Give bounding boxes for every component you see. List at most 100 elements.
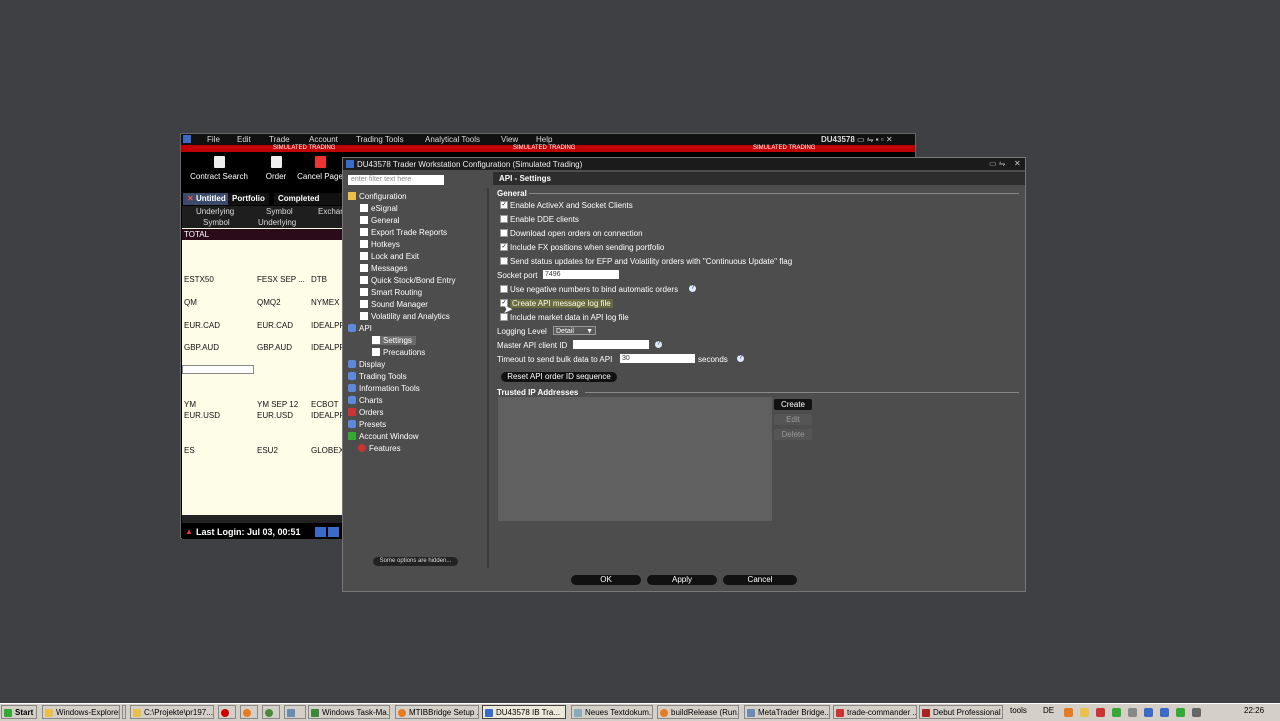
chrome-taskbar-button[interactable]: [262, 705, 280, 719]
menu-analytical-tools[interactable]: Analytical Tools: [425, 135, 480, 144]
menu-trading-tools[interactable]: Trading Tools: [356, 135, 404, 144]
trusted-ip-list[interactable]: [498, 397, 772, 521]
tree-orders[interactable]: Orders: [348, 408, 383, 417]
col-underlying[interactable]: Underlying: [196, 207, 234, 216]
tree-account-window[interactable]: Account Window: [348, 432, 419, 441]
enable-dde-checkbox[interactable]: [500, 215, 508, 223]
menu-view[interactable]: View: [501, 135, 518, 144]
tray-icon[interactable]: [1112, 708, 1121, 717]
menu-help[interactable]: Help: [536, 135, 552, 144]
tray-icon[interactable]: [1080, 708, 1089, 717]
menu-edit[interactable]: Edit: [237, 135, 251, 144]
socket-port-field[interactable]: 7496: [543, 270, 619, 279]
tray-icon[interactable]: [1096, 708, 1105, 717]
logging-level-select[interactable]: Detail ▼: [553, 326, 596, 335]
taskbar-item[interactable]: C:\Projekte\pr197...: [130, 705, 214, 719]
tree-display[interactable]: Display: [348, 360, 385, 369]
tree-api-settings[interactable]: Settings: [372, 336, 416, 345]
tree-item[interactable]: Lock and Exit: [360, 252, 419, 261]
cancel-page-button[interactable]: Cancel Page: [297, 156, 343, 181]
taskbar-item[interactable]: Neues Textdokum...: [571, 705, 653, 719]
tree-item[interactable]: Smart Routing: [360, 288, 422, 297]
taskbar-item[interactable]: trade-commander ...: [833, 705, 917, 719]
tree-api-precautions[interactable]: Precautions: [372, 348, 425, 357]
include-fx-checkbox[interactable]: ✓: [500, 243, 508, 251]
filter-input[interactable]: enter filter text here: [348, 175, 444, 185]
new-row-input[interactable]: [182, 365, 254, 374]
taskbar-item[interactable]: buildRelease (Run...: [657, 705, 739, 719]
tree-item[interactable]: Volatility and Analytics: [360, 312, 450, 321]
taskbar-item-active[interactable]: DU43578 IB Tra...: [482, 705, 566, 719]
close-tab-icon[interactable]: ✕: [187, 194, 194, 203]
taskbar-item[interactable]: MetaTrader Bridge...: [744, 705, 830, 719]
volume-icon[interactable]: [1192, 708, 1201, 717]
taskbar-item[interactable]: MTIBBridge Setup ...: [395, 705, 479, 719]
tab-untitled[interactable]: ✕ Untitled: [183, 193, 230, 205]
splitter[interactable]: [487, 188, 489, 568]
dialog-minimize-icon[interactable]: ▭ ⇋: [989, 159, 1005, 168]
taskbar-item[interactable]: Windows Task-Ma...: [308, 705, 390, 719]
opera-taskbar-button[interactable]: [218, 705, 236, 719]
tree-features[interactable]: Features: [358, 444, 401, 453]
tree-presets[interactable]: Presets: [348, 420, 386, 429]
help-icon[interactable]: ?: [655, 341, 662, 348]
tree-item[interactable]: Sound Manager: [360, 300, 428, 309]
menu-account[interactable]: Account: [309, 135, 338, 144]
tree-item[interactable]: Hotkeys: [360, 240, 400, 249]
layout-icon[interactable]: [328, 527, 339, 537]
tree-information-tools[interactable]: Information Tools: [348, 384, 420, 393]
language-indicator[interactable]: DE: [1043, 706, 1054, 715]
help-icon[interactable]: ?: [689, 285, 696, 292]
order-button[interactable]: Order: [261, 156, 291, 181]
col-underlying-2[interactable]: Underlying: [258, 218, 296, 227]
window-controls-icon[interactable]: ▭ ⇋ ▪ ▫ ✕: [857, 135, 893, 144]
tree-item[interactable]: eSignal: [360, 204, 398, 213]
tree-item[interactable]: Quick Stock/Bond Entry: [360, 276, 455, 285]
edit-ip-button[interactable]: Edit: [774, 414, 812, 425]
start-button[interactable]: Start: [1, 705, 37, 719]
master-client-field[interactable]: [573, 340, 649, 349]
col-symbol[interactable]: Symbol: [266, 207, 293, 216]
ok-button[interactable]: OK: [571, 575, 641, 585]
taskbar-item[interactable]: Debut Professional: [919, 705, 1003, 719]
menu-file[interactable]: File: [207, 135, 220, 144]
tray-icon[interactable]: [1176, 708, 1185, 717]
tree-api[interactable]: API: [348, 324, 372, 333]
contract-search-button[interactable]: Contract Search: [189, 156, 249, 181]
delete-ip-button[interactable]: Delete: [774, 429, 812, 440]
menu-trade[interactable]: Trade: [269, 135, 290, 144]
tree-item[interactable]: Messages: [360, 264, 407, 273]
tree-charts[interactable]: Charts: [348, 396, 383, 405]
col-symbol-2[interactable]: Symbol: [203, 218, 230, 227]
firefox-taskbar-button[interactable]: [240, 705, 258, 719]
download-open-orders-checkbox[interactable]: [500, 229, 508, 237]
help-icon[interactable]: ?: [737, 355, 744, 362]
create-ip-button[interactable]: Create: [774, 399, 812, 410]
tab-completed-orders[interactable]: Completed Orders: [274, 193, 344, 205]
document-icon: [360, 288, 368, 296]
enable-activex-checkbox[interactable]: ✓: [500, 201, 508, 209]
minimize-icon[interactable]: [315, 527, 326, 537]
tab-portfolio[interactable]: Portfolio: [228, 193, 269, 205]
timeout-field[interactable]: 30: [620, 354, 695, 363]
tools-toolbar-label[interactable]: tools: [1010, 706, 1027, 715]
apply-button[interactable]: Apply: [647, 575, 717, 585]
tree-item[interactable]: Export Trade Reports: [360, 228, 447, 237]
send-status-updates-checkbox[interactable]: [500, 257, 508, 265]
clock[interactable]: 22:26: [1244, 706, 1264, 715]
taskbar-item[interactable]: Windows-Explorer: [42, 705, 120, 719]
dialog-close-icon[interactable]: ✕: [1014, 159, 1021, 168]
hidden-options-button[interactable]: Some options are hidden...: [373, 557, 458, 566]
tree-configuration[interactable]: Configuration: [348, 192, 407, 201]
grid-hscrollbar[interactable]: [182, 515, 342, 523]
tree-trading-tools[interactable]: Trading Tools: [348, 372, 407, 381]
app-taskbar-button[interactable]: [284, 705, 306, 719]
tray-icon[interactable]: [1160, 708, 1169, 717]
reset-order-id-button[interactable]: Reset API order ID sequence: [501, 372, 617, 382]
cancel-button[interactable]: Cancel: [723, 575, 797, 585]
tray-icon[interactable]: [1144, 708, 1153, 717]
tree-item[interactable]: General: [360, 216, 399, 225]
tray-icon[interactable]: [1128, 708, 1137, 717]
negative-numbers-checkbox[interactable]: [500, 285, 508, 293]
tray-icon[interactable]: [1064, 708, 1073, 717]
